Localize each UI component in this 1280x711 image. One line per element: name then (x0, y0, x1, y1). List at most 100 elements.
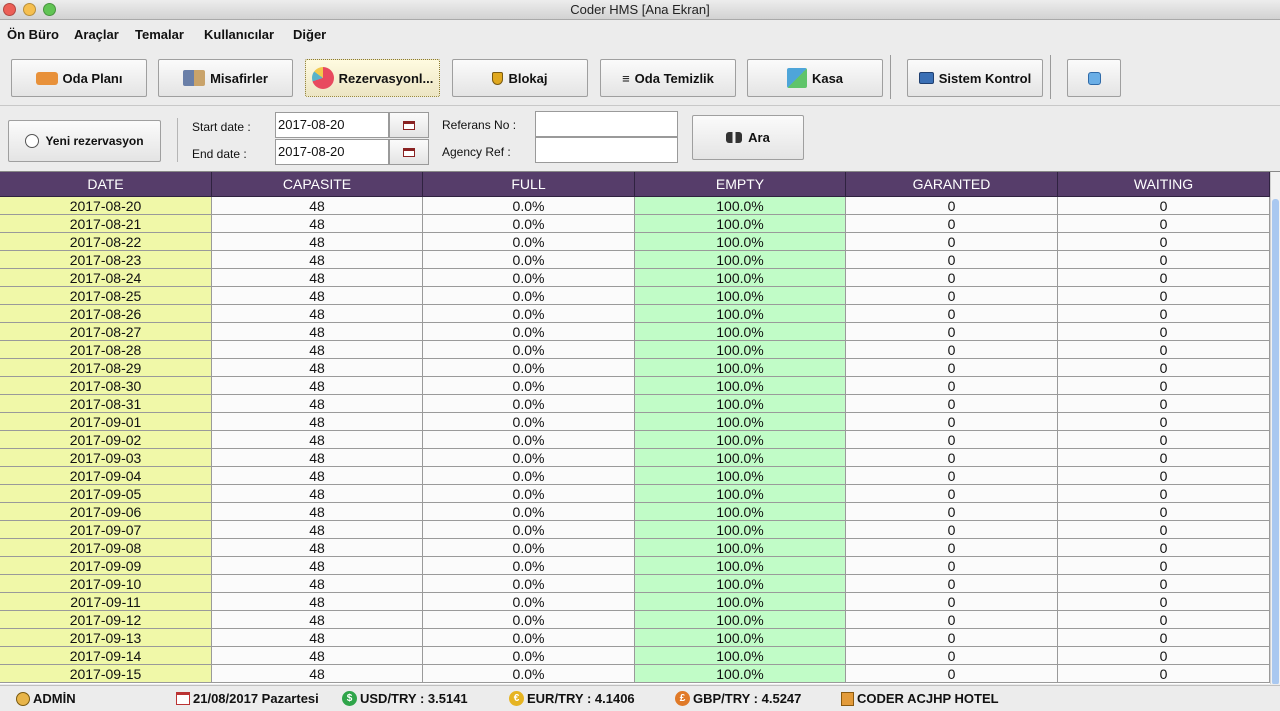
cell-full[interactable]: 0.0% (423, 395, 635, 413)
cell-waiting[interactable]: 0 (1058, 449, 1270, 467)
close-window-button[interactable] (3, 3, 16, 16)
cell-garanted[interactable]: 0 (846, 521, 1058, 539)
cell-garanted[interactable]: 0 (846, 269, 1058, 287)
cell-garanted[interactable]: 0 (846, 395, 1058, 413)
agency-ref-field[interactable] (535, 137, 678, 163)
start-date-calendar-button[interactable] (389, 112, 429, 138)
column-header-waiting[interactable]: WAITING (1058, 172, 1270, 197)
table-row[interactable]: 2017-08-29 48 0.0% 100.0% 0 0 (0, 359, 1270, 377)
cell-capasite[interactable]: 48 (212, 233, 423, 251)
table-row[interactable]: 2017-08-27 48 0.0% 100.0% 0 0 (0, 323, 1270, 341)
cell-full[interactable]: 0.0% (423, 467, 635, 485)
cell-full[interactable]: 0.0% (423, 377, 635, 395)
cell-garanted[interactable]: 0 (846, 503, 1058, 521)
cell-empty[interactable]: 100.0% (635, 611, 846, 629)
cell-capasite[interactable]: 48 (212, 467, 423, 485)
table-row[interactable]: 2017-09-15 48 0.0% 100.0% 0 0 (0, 665, 1270, 683)
cell-full[interactable]: 0.0% (423, 611, 635, 629)
cell-full[interactable]: 0.0% (423, 647, 635, 665)
vertical-scrollbar[interactable] (1270, 172, 1280, 684)
cell-empty[interactable]: 100.0% (635, 647, 846, 665)
cell-garanted[interactable]: 0 (846, 539, 1058, 557)
cell-waiting[interactable]: 0 (1058, 485, 1270, 503)
table-row[interactable]: 2017-08-20 48 0.0% 100.0% 0 0 (0, 197, 1270, 215)
cell-garanted[interactable]: 0 (846, 665, 1058, 683)
scrollbar-thumb[interactable] (1272, 199, 1279, 684)
cell-date[interactable]: 2017-09-09 (0, 557, 212, 575)
column-header-full[interactable]: FULL (423, 172, 635, 197)
table-row[interactable]: 2017-09-02 48 0.0% 100.0% 0 0 (0, 431, 1270, 449)
cell-full[interactable]: 0.0% (423, 539, 635, 557)
cell-date[interactable]: 2017-08-25 (0, 287, 212, 305)
cell-garanted[interactable]: 0 (846, 305, 1058, 323)
cell-full[interactable]: 0.0% (423, 287, 635, 305)
table-row[interactable]: 2017-09-14 48 0.0% 100.0% 0 0 (0, 647, 1270, 665)
table-row[interactable]: 2017-09-05 48 0.0% 100.0% 0 0 (0, 485, 1270, 503)
cell-full[interactable]: 0.0% (423, 665, 635, 683)
cell-date[interactable]: 2017-09-13 (0, 629, 212, 647)
cell-full[interactable]: 0.0% (423, 215, 635, 233)
cell-garanted[interactable]: 0 (846, 449, 1058, 467)
table-row[interactable]: 2017-09-11 48 0.0% 100.0% 0 0 (0, 593, 1270, 611)
cell-capasite[interactable]: 48 (212, 611, 423, 629)
cell-garanted[interactable]: 0 (846, 413, 1058, 431)
cell-empty[interactable]: 100.0% (635, 377, 846, 395)
cell-date[interactable]: 2017-09-05 (0, 485, 212, 503)
column-header-empty[interactable]: EMPTY (635, 172, 846, 197)
cell-waiting[interactable]: 0 (1058, 431, 1270, 449)
cell-garanted[interactable]: 0 (846, 593, 1058, 611)
cell-waiting[interactable]: 0 (1058, 215, 1270, 233)
cell-full[interactable]: 0.0% (423, 413, 635, 431)
table-row[interactable]: 2017-09-01 48 0.0% 100.0% 0 0 (0, 413, 1270, 431)
column-header-date[interactable]: DATE (0, 172, 212, 197)
cell-waiting[interactable]: 0 (1058, 413, 1270, 431)
table-row[interactable]: 2017-09-07 48 0.0% 100.0% 0 0 (0, 521, 1270, 539)
cell-date[interactable]: 2017-09-08 (0, 539, 212, 557)
cell-capasite[interactable]: 48 (212, 377, 423, 395)
cell-waiting[interactable]: 0 (1058, 467, 1270, 485)
cell-empty[interactable]: 100.0% (635, 197, 846, 215)
cell-capasite[interactable]: 48 (212, 395, 423, 413)
cell-date[interactable]: 2017-08-21 (0, 215, 212, 233)
table-row[interactable]: 2017-09-12 48 0.0% 100.0% 0 0 (0, 611, 1270, 629)
table-row[interactable]: 2017-09-13 48 0.0% 100.0% 0 0 (0, 629, 1270, 647)
cell-full[interactable]: 0.0% (423, 251, 635, 269)
cell-date[interactable]: 2017-08-28 (0, 341, 212, 359)
cell-full[interactable]: 0.0% (423, 449, 635, 467)
cell-garanted[interactable]: 0 (846, 251, 1058, 269)
cell-garanted[interactable]: 0 (846, 359, 1058, 377)
cell-empty[interactable]: 100.0% (635, 485, 846, 503)
cell-capasite[interactable]: 48 (212, 539, 423, 557)
cell-date[interactable]: 2017-09-11 (0, 593, 212, 611)
cell-full[interactable]: 0.0% (423, 359, 635, 377)
cell-empty[interactable]: 100.0% (635, 395, 846, 413)
cell-full[interactable]: 0.0% (423, 269, 635, 287)
cell-date[interactable]: 2017-09-12 (0, 611, 212, 629)
cell-date[interactable]: 2017-09-06 (0, 503, 212, 521)
cell-full[interactable]: 0.0% (423, 341, 635, 359)
cell-date[interactable]: 2017-09-10 (0, 575, 212, 593)
cell-date[interactable]: 2017-08-30 (0, 377, 212, 395)
cell-waiting[interactable]: 0 (1058, 647, 1270, 665)
cell-capasite[interactable]: 48 (212, 593, 423, 611)
cell-garanted[interactable]: 0 (846, 323, 1058, 341)
cell-empty[interactable]: 100.0% (635, 593, 846, 611)
cell-waiting[interactable]: 0 (1058, 305, 1270, 323)
cell-full[interactable]: 0.0% (423, 593, 635, 611)
cell-capasite[interactable]: 48 (212, 647, 423, 665)
cell-capasite[interactable]: 48 (212, 503, 423, 521)
cell-empty[interactable]: 100.0% (635, 323, 846, 341)
minimize-window-button[interactable] (23, 3, 36, 16)
cell-full[interactable]: 0.0% (423, 557, 635, 575)
cell-full[interactable]: 0.0% (423, 197, 635, 215)
cell-empty[interactable]: 100.0% (635, 215, 846, 233)
cell-full[interactable]: 0.0% (423, 575, 635, 593)
cell-garanted[interactable]: 0 (846, 215, 1058, 233)
cell-empty[interactable]: 100.0% (635, 503, 846, 521)
cell-date[interactable]: 2017-08-22 (0, 233, 212, 251)
table-row[interactable]: 2017-09-06 48 0.0% 100.0% 0 0 (0, 503, 1270, 521)
cell-full[interactable]: 0.0% (423, 431, 635, 449)
cell-date[interactable]: 2017-08-27 (0, 323, 212, 341)
table-row[interactable]: 2017-08-21 48 0.0% 100.0% 0 0 (0, 215, 1270, 233)
cell-capasite[interactable]: 48 (212, 557, 423, 575)
